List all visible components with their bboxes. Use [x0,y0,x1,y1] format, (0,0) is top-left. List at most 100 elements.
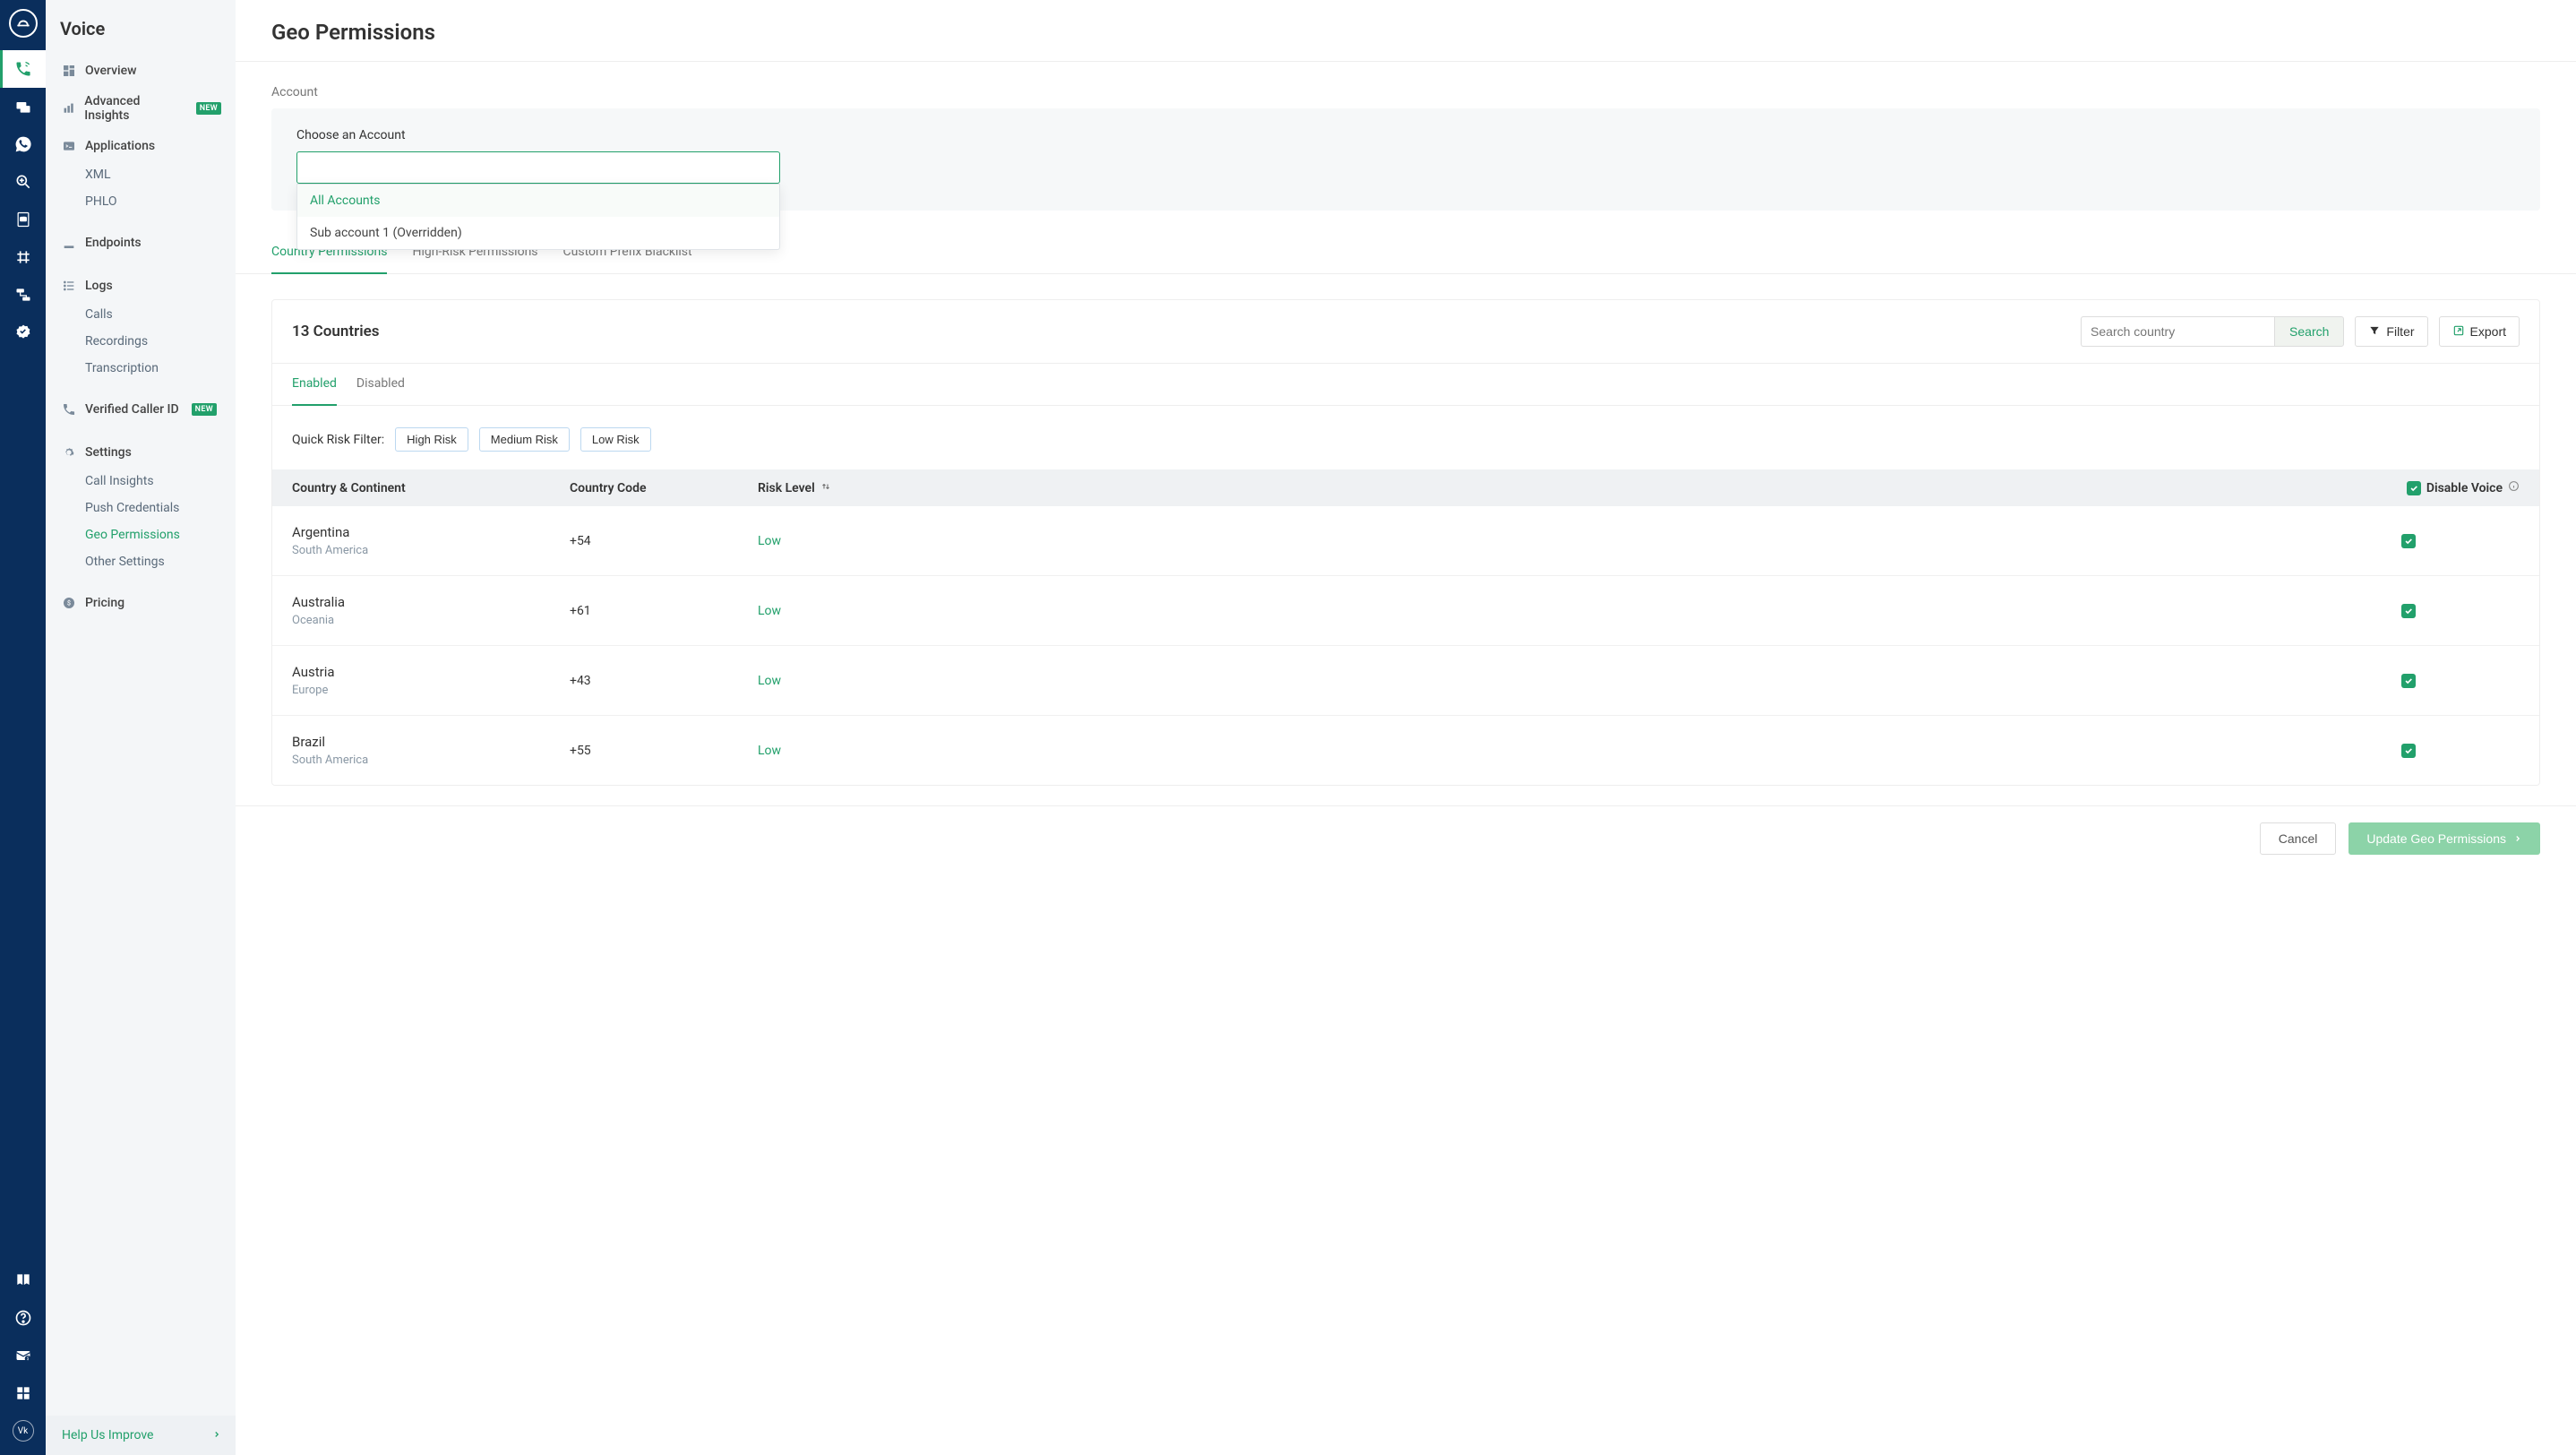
sidebar-sub-calls[interactable]: Calls [46,301,236,328]
rail-whatsapp[interactable] [0,125,46,163]
sidebar-item-advanced-insights[interactable]: Advanced Insights NEW [46,86,236,131]
dollar-icon: $ [62,596,76,610]
th-risk[interactable]: Risk Level [758,481,815,495]
disable-voice-all-checkbox[interactable] [2407,481,2421,495]
sidebar-sub-recordings[interactable]: Recordings [46,328,236,355]
sidebar-item-verified-caller-id[interactable]: Verified Caller ID NEW [46,394,236,425]
sidebar-label: Pricing [85,596,125,610]
terminal-icon [62,139,76,153]
sidebar-label: Overview [85,64,136,78]
rail-help[interactable] [0,1299,46,1337]
export-button[interactable]: Export [2439,316,2520,347]
rail-lookup[interactable] [0,163,46,201]
logo-icon[interactable] [9,9,38,38]
chevron-right-icon [212,1428,221,1442]
risk-level: Low [758,674,781,688]
chip-medium-risk[interactable]: Medium Risk [479,427,570,452]
sidebar-item-pricing[interactable]: $ Pricing [46,588,236,618]
country-name: Argentina [292,524,570,540]
choose-account-label: Choose an Account [296,128,2515,142]
filter-icon [2368,324,2381,340]
dropdown-opt-all-accounts[interactable]: All Accounts [297,185,779,217]
sidebar-item-logs[interactable]: Logs [46,271,236,301]
table-row: Brazil South America +55 Low [272,716,2539,785]
rail-support[interactable]: $ [0,1337,46,1374]
sidebar-sub-phlo[interactable]: PHLO [46,188,236,215]
sidebar-label: Logs [85,279,113,293]
disable-voice-checkbox[interactable] [2401,744,2416,758]
country-code: +61 [570,604,758,618]
country-count: 13 Countries [292,323,380,340]
dashboard-icon [62,64,76,78]
sidebar-sub-other-settings[interactable]: Other Settings [46,548,236,575]
svg-text:$: $ [67,599,71,607]
country-code: +55 [570,744,758,758]
country-name: Australia [292,594,570,610]
rail-numbers[interactable] [0,238,46,276]
disable-voice-checkbox[interactable] [2401,604,2416,618]
table-row: Australia Oceania +61 Low [272,576,2539,646]
sidebar-label: Applications [85,139,155,153]
sidebar-label: Advanced Insights [84,94,183,123]
sidebar-item-applications[interactable]: Applications [46,131,236,161]
subtab-enabled[interactable]: Enabled [292,364,337,405]
account-select-input[interactable] [296,151,780,184]
rail-voice[interactable] [0,50,46,88]
table-row: Austria Europe +43 Low [272,646,2539,716]
rail-sip[interactable]: SIP [0,201,46,238]
risk-level: Low [758,604,781,618]
sidebar-item-endpoints[interactable]: Endpoints [46,228,236,258]
disable-voice-checkbox[interactable] [2401,674,2416,688]
svg-text:SIP: SIP [20,218,26,222]
export-icon [2452,324,2465,340]
country-name: Brazil [292,734,570,750]
rail-messaging[interactable] [0,88,46,125]
avatar[interactable]: Vk [13,1420,34,1442]
sidebar-label: Endpoints [85,236,142,250]
risk-level: Low [758,534,781,548]
filter-label: Filter [2386,324,2414,339]
sort-icon[interactable] [820,481,831,495]
sidebar-sub-push-credentials[interactable]: Push Credentials [46,495,236,521]
chip-high-risk[interactable]: High Risk [395,427,468,452]
update-geo-permissions-button[interactable]: Update Geo Permissions [2348,822,2540,855]
table-row: Argentina South America +54 Low [272,506,2539,576]
cancel-button[interactable]: Cancel [2260,822,2337,855]
rail-docs[interactable] [0,1261,46,1299]
help-us-improve[interactable]: Help Us Improve [46,1416,236,1455]
search-button[interactable]: Search [2274,316,2344,347]
rail-flow[interactable] [0,276,46,314]
th-disable: Disable Voice [2426,481,2503,495]
sidebar-sub-xml[interactable]: XML [46,161,236,188]
list-icon [62,279,76,293]
sidebar-item-settings[interactable]: Settings [46,437,236,468]
phone-check-icon [62,402,76,417]
country-code: +43 [570,674,758,688]
info-icon[interactable] [2508,480,2520,495]
gear-icon [62,445,76,460]
sidebar-sub-geo-permissions[interactable]: Geo Permissions [46,521,236,548]
rail-verified[interactable] [0,314,46,351]
dropdown-opt-subaccount-1[interactable]: Sub account 1 (Overridden) [297,217,779,249]
account-section-label: Account [236,62,2576,108]
subtab-disabled[interactable]: Disabled [356,364,405,405]
disable-voice-checkbox[interactable] [2401,534,2416,548]
search-country-input[interactable] [2081,316,2274,347]
chart-bar-icon [62,101,75,116]
rail-avatar[interactable]: Vk [0,1412,46,1450]
sidebar-label: Settings [85,445,132,460]
update-label: Update Geo Permissions [2366,831,2506,846]
th-country: Country & Continent [292,481,570,495]
new-badge: NEW [196,102,221,115]
continent-name: South America [292,544,570,557]
chip-low-risk[interactable]: Low Risk [580,427,651,452]
filter-button[interactable]: Filter [2355,316,2427,347]
page-title: Geo Permissions [236,0,2576,62]
sidebar-sub-call-insights[interactable]: Call Insights [46,468,236,495]
sidebar-sub-transcription[interactable]: Transcription [46,355,236,382]
sidebar-label: Verified Caller ID [85,402,179,417]
continent-name: South America [292,753,570,767]
sidebar-item-overview[interactable]: Overview [46,56,236,86]
rail-apps[interactable] [0,1374,46,1412]
new-badge: NEW [192,403,217,416]
